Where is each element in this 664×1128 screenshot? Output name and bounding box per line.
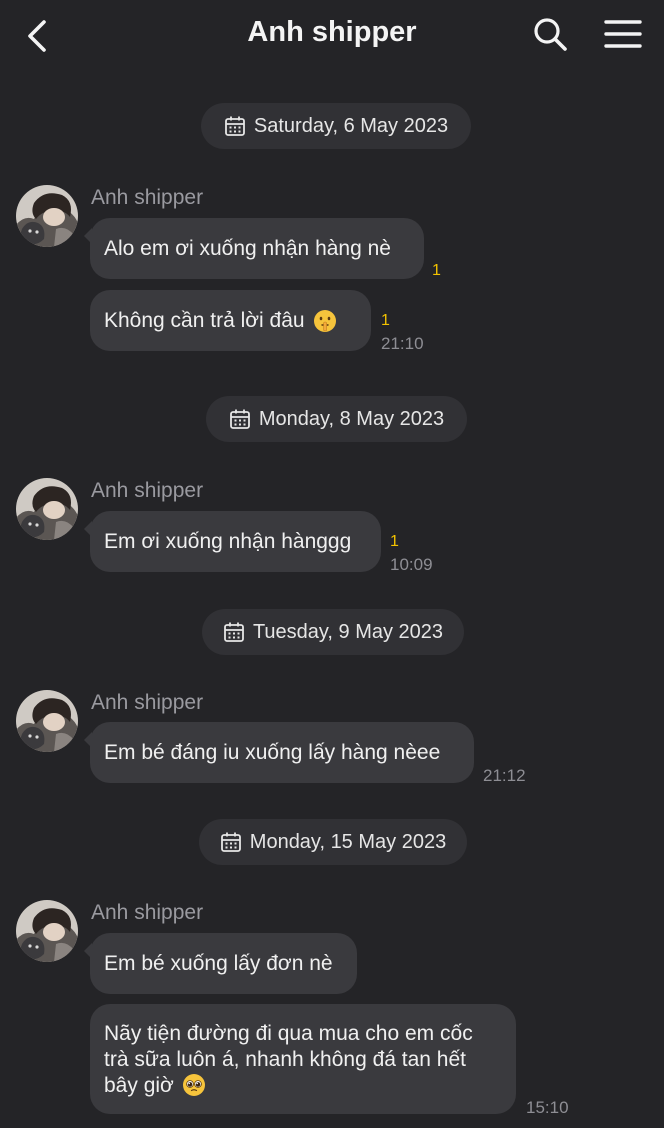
calendar-icon [223, 621, 245, 643]
message-bubble[interactable]: Alo em ơi xuống nhận hàng nè [84, 218, 424, 279]
avatar-image [16, 900, 78, 962]
message-text: Alo em ơi xuống nhận hàng nè [104, 236, 391, 260]
calendar-icon [229, 408, 251, 430]
date-separator: Saturday, 6 May 2023 [201, 103, 471, 149]
message-text: Em ơi xuống nhận hànggg [104, 529, 352, 553]
message-text: Em bé đáng iu xuống lấy hàng nèee [104, 740, 441, 764]
unread-count: 1 [432, 262, 441, 279]
back-button[interactable] [16, 14, 60, 58]
message-time: 21:12 [483, 766, 526, 785]
avatar[interactable] [16, 900, 78, 962]
message-bubble[interactable]: Em bé đáng iu xuống lấy hàng nèee [84, 722, 474, 783]
date-label: Saturday, 6 May 2023 [253, 114, 449, 137]
calendar-icon [224, 115, 246, 137]
message-text: Không cần trả lời đâu [104, 308, 305, 332]
sender-name: Anh shipper [91, 186, 204, 209]
chat-header: Anh shipper [0, 0, 664, 80]
date-label: Tuesday, 9 May 2023 [252, 620, 444, 643]
avatar-image [16, 690, 78, 752]
date-separator: Monday, 8 May 2023 [206, 396, 467, 442]
date-label: Monday, 15 May 2023 [249, 830, 447, 853]
date-separator: Tuesday, 9 May 2023 [202, 609, 464, 655]
avatar[interactable] [16, 185, 78, 247]
menu-button[interactable] [600, 12, 646, 56]
date-separator: Monday, 15 May 2023 [199, 819, 467, 865]
chevron-left-icon [28, 20, 46, 52]
date-label: Monday, 8 May 2023 [258, 407, 445, 430]
avatar-image [16, 185, 78, 247]
message-bubble[interactable]: Em bé xuống lấy đơn nè [84, 933, 357, 994]
avatar[interactable] [16, 690, 78, 752]
unread-count: 1 [390, 533, 399, 550]
unread-count: 1 [381, 312, 390, 329]
message-text: Em bé xuống lấy đơn nè [104, 951, 333, 975]
message-time: 15:10 [526, 1098, 569, 1117]
calendar-icon [220, 831, 242, 853]
message-bubble[interactable]: Nãy tiện đường đi qua mua cho em cốc trà… [90, 1004, 516, 1114]
message-time: 21:10 [381, 334, 424, 353]
message-text-line: trà sữa luôn á, nhanh không đá tan hết [104, 1048, 466, 1071]
message-text-line: Nãy tiện đường đi qua mua cho em cốc [104, 1022, 473, 1045]
avatar-image [16, 478, 78, 540]
sender-name: Anh shipper [91, 479, 204, 502]
avatar[interactable] [16, 478, 78, 540]
pleading-face-emoji [182, 1074, 205, 1096]
message-bubble[interactable]: Em ơi xuống nhận hànggg [84, 511, 381, 572]
message-time: 10:09 [390, 555, 433, 574]
search-icon [534, 18, 567, 51]
message-text-line: bây giờ [104, 1074, 174, 1097]
hamburger-menu-icon [604, 20, 642, 48]
face-with-finger-covering-closed-lips-emoji [313, 309, 336, 332]
message-bubble[interactable]: Không cần trả lời đâu [90, 290, 371, 351]
sender-name: Anh shipper [91, 691, 204, 714]
sender-name: Anh shipper [91, 901, 204, 924]
search-button[interactable] [528, 12, 572, 56]
